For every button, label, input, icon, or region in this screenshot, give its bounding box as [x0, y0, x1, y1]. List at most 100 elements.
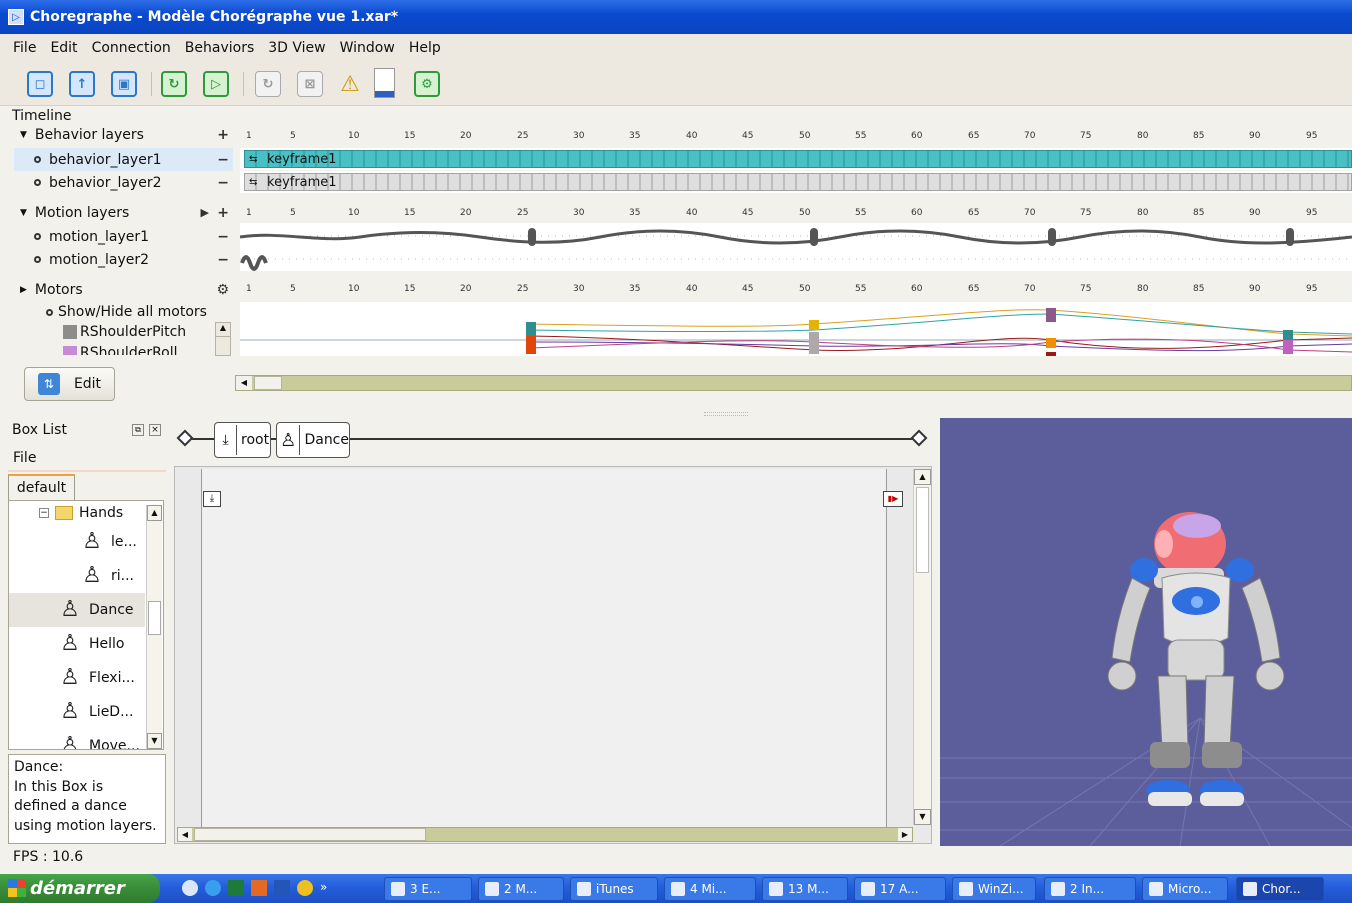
reload-icon[interactable]: ↻ — [255, 71, 281, 97]
breadcrumb-root[interactable]: ⤓ root — [214, 422, 271, 458]
flow-diagram-canvas[interactable]: ⤓ ▮▶ ▲ ▼ ◀ ▶ — [174, 466, 932, 844]
stop-icon[interactable]: ⊠ — [297, 71, 323, 97]
taskbar-task[interactable]: 2 In... — [1044, 877, 1136, 901]
menu-help[interactable]: Help — [402, 40, 448, 56]
taskbar-task[interactable]: 4 Mi... — [664, 877, 756, 901]
more-quick-launch-icon[interactable]: » — [320, 880, 327, 898]
diagram-area[interactable] — [201, 469, 887, 827]
taskbar-task[interactable]: 2 M... — [478, 877, 564, 901]
splitter-handle[interactable] — [704, 412, 748, 416]
scroll-thumb[interactable] — [916, 487, 929, 573]
start-button[interactable]: démarrer — [0, 874, 160, 903]
word-icon[interactable] — [274, 880, 290, 896]
timeline-edit-button[interactable]: ⇅ Edit — [24, 367, 115, 401]
scroll-up-icon[interactable]: ▲ — [216, 323, 230, 337]
expand-arrow-icon[interactable]: ▶ — [20, 285, 27, 295]
keyframe-block[interactable]: ⇆ keyframe1 — [244, 150, 1352, 168]
menu-file[interactable]: File — [6, 40, 43, 56]
motion-curves-track[interactable] — [240, 223, 1352, 271]
motion-layer-row[interactable]: motion_layer1 − — [14, 225, 233, 248]
taskbar-task-active[interactable]: Chor... — [1236, 877, 1324, 901]
menu-3d-view[interactable]: 3D View — [261, 40, 332, 56]
taskbar-task[interactable]: 3 E... — [384, 877, 472, 901]
behavior-layer-track[interactable]: ⇆ keyframe1 — [240, 148, 1352, 170]
scroll-down-icon[interactable]: ▼ — [147, 733, 162, 749]
timeline-hscrollbar[interactable]: ◀ — [235, 375, 1352, 391]
robot-3d-view[interactable] — [940, 418, 1352, 846]
quick-launch-app-icon[interactable] — [182, 880, 198, 896]
add-behavior-layer-button[interactable]: + — [217, 127, 229, 143]
box-list-file-menu[interactable]: File — [13, 450, 36, 466]
word-icon — [769, 882, 783, 896]
output-port-icon[interactable]: ▮▶ — [883, 491, 903, 507]
behavior-layer-row[interactable]: behavior_layer2 − — [14, 171, 233, 194]
tree-scrollbar[interactable]: ▲ ▼ — [146, 505, 162, 749]
close-panel-icon[interactable]: × — [149, 424, 161, 436]
behavior-layer-track[interactable]: ⇆ keyframe1 — [240, 171, 1352, 193]
canvas-hscrollbar[interactable]: ◀ ▶ — [177, 827, 913, 842]
menu-edit[interactable]: Edit — [43, 40, 84, 56]
scroll-left-icon[interactable]: ◀ — [236, 376, 252, 390]
excel-icon[interactable] — [228, 880, 244, 896]
behavior-layer-row[interactable]: behavior_layer1 − — [14, 148, 233, 171]
warning-icon[interactable]: ⚠ — [337, 71, 363, 97]
collapse-icon[interactable]: − — [39, 508, 49, 518]
scroll-left-icon[interactable]: ◀ — [178, 828, 192, 841]
open-project-icon[interactable]: ↑ — [69, 71, 95, 97]
remove-layer-button[interactable]: − — [217, 229, 229, 245]
remove-layer-button[interactable]: − — [217, 175, 229, 191]
add-motion-layer-button[interactable]: + — [217, 205, 229, 221]
keyframe-block[interactable]: ⇆ keyframe1 — [244, 173, 1352, 191]
float-panel-icon[interactable]: ⧉ — [132, 424, 144, 436]
play-motion-button[interactable]: ▶ — [201, 206, 209, 219]
media-player-icon[interactable] — [297, 880, 313, 896]
powerpoint-icon[interactable] — [251, 880, 267, 896]
breadcrumb-dance[interactable]: ♙ Dance — [276, 422, 350, 458]
motor-item[interactable]: RShoulderRoll — [63, 346, 178, 355]
connect-icon[interactable]: ↻ — [161, 71, 187, 97]
ruler-tick-label: 15 — [404, 284, 416, 294]
scroll-thumb[interactable] — [148, 601, 161, 635]
new-project-icon[interactable]: ◻ — [27, 71, 53, 97]
motors-list-scrollbar[interactable]: ▲ — [215, 322, 231, 356]
tab-default[interactable]: default — [8, 474, 75, 500]
motion-layer-name: motion_layer1 — [49, 228, 150, 245]
ruler-tick-label: 85 — [1193, 208, 1205, 218]
ruler-tick-label: 80 — [1137, 131, 1149, 141]
show-hide-motors-toggle[interactable]: Show/Hide all motors — [46, 304, 207, 320]
ruler-tick-label: 45 — [742, 284, 754, 294]
scroll-thumb[interactable] — [254, 376, 282, 390]
taskbar-task[interactable]: WinZi... — [952, 877, 1036, 901]
remove-layer-button[interactable]: − — [217, 152, 229, 168]
timeline-ruler: 1 5 10 15 20 25 30 35 40 45 50 55 60 65 70 75 80 85 90 95 — [240, 208, 1352, 222]
scroll-up-icon[interactable]: ▲ — [147, 505, 162, 521]
scroll-up-icon[interactable]: ▲ — [914, 469, 931, 485]
motors-options-icon[interactable]: ⚙ — [216, 282, 229, 298]
menu-window[interactable]: Window — [333, 40, 402, 56]
internet-explorer-icon[interactable] — [205, 880, 221, 896]
scroll-right-icon[interactable]: ▶ — [898, 828, 912, 841]
remove-layer-button[interactable]: − — [217, 252, 229, 268]
scroll-thumb[interactable] — [194, 828, 426, 841]
collapse-arrow-icon[interactable]: ▼ — [20, 130, 27, 140]
start-label: démarrer — [30, 878, 125, 899]
behavior-layers-header: ▼ Behavior layers + — [14, 126, 233, 144]
collapse-arrow-icon[interactable]: ▼ — [20, 208, 27, 218]
tree-item-dance[interactable]: ♙ Dance — [9, 593, 145, 627]
menu-connection[interactable]: Connection — [85, 40, 178, 56]
taskbar-task[interactable]: 17 A... — [854, 877, 946, 901]
menu-behaviors[interactable]: Behaviors — [178, 40, 261, 56]
canvas-vscrollbar[interactable]: ▲ ▼ — [913, 469, 931, 825]
taskbar-task[interactable]: Micro... — [1142, 877, 1228, 901]
settings-icon[interactable]: ⚙ — [414, 71, 440, 97]
save-project-icon[interactable]: ▣ — [111, 71, 137, 97]
taskbar-task[interactable]: 13 M... — [762, 877, 848, 901]
taskbar-task[interactable]: iTunes — [570, 877, 658, 901]
itunes-icon — [577, 882, 591, 896]
input-port-icon[interactable]: ⤓ — [203, 491, 221, 507]
play-icon[interactable]: ▷ — [203, 71, 229, 97]
motor-curves-graph[interactable] — [240, 302, 1352, 356]
motor-item[interactable]: RShoulderPitch — [63, 324, 186, 340]
scroll-down-icon[interactable]: ▼ — [914, 809, 931, 825]
motion-layer-row[interactable]: motion_layer2 − — [14, 248, 233, 271]
